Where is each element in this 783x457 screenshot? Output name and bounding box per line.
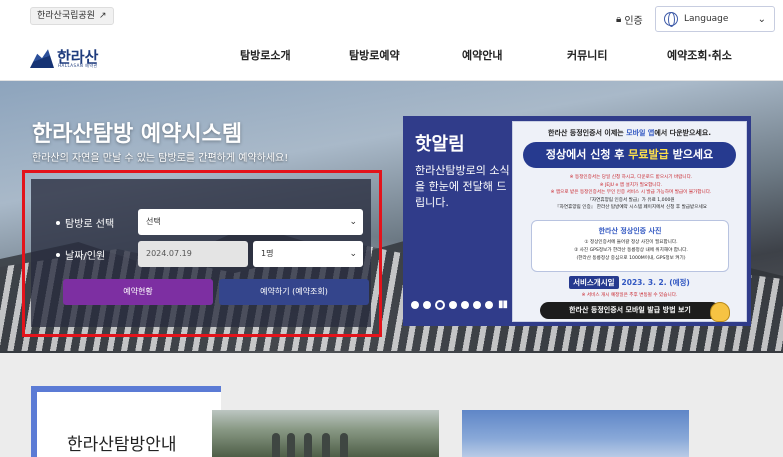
slide-dot[interactable] [485,301,493,309]
poster-photo-box: 한라산 정상인증 사진 ① 정상인증서에 들어갈 정상 사진이 필요합니다. ②… [531,220,729,272]
booking-panel: 탐방로 선택 선택 ⌄ 날짜/인원 2024.07.19 1명 ⌄ 예약현황 예… [22,170,382,337]
auth-link[interactable]: 🔒︎ 인증 [616,12,643,27]
poster-banner-post: 받으세요 [668,148,714,161]
date-people-label: 날짜/인원 [56,247,105,262]
notice-poster[interactable]: 한라산 등정인증서 이제는 모바일 앱에서 다운받으세요. 정상에서 신청 후 … [512,121,747,322]
language-select[interactable]: Language ⌄ [655,6,775,32]
poster-banner: 정상에서 신청 후 무료발급 받으세요 [523,142,736,168]
trail-select-label-text: 탐방로 선택 [65,219,115,230]
bullet-icon [56,220,60,225]
hero-title: 한라산탐방 예약시스템 [32,122,243,147]
poster-box-line: ② 사진 GPS정보가 한라산 동릉정상 내에 위치해야 합니다. [574,248,688,253]
slide-indicators [411,300,493,310]
hiker-figure [340,433,348,457]
pointer-hand-icon [710,302,730,322]
poster-headline: 한라산 등정인증서 이제는 모바일 앱에서 다운받으세요. [513,128,746,138]
hiker-figure [287,433,295,457]
notice-title: 핫알림 [415,134,465,155]
hiker-figure [304,433,312,457]
nav-item-trail-reservation[interactable]: 탐방로예약 [349,47,400,63]
poster-note: 『자연휴양림 인증』 한라산 탐방예약 시스템 페이지에서 신청 후 발급받으세… [555,205,707,210]
header: 한라산국립공원 ↗ 🔒︎ 인증 Language ⌄ 한라산 HALLASAN … [0,0,783,80]
date-value: 2024.07.19 [146,249,192,258]
sky-photo[interactable] [462,410,689,457]
trail-select[interactable]: 선택 ⌄ [138,209,363,235]
date-people-label-text: 날짜/인원 [65,251,106,262]
poster-service-date-value: 2023. 3. 2. (예정) [621,278,690,287]
external-link-icon: ↗ [98,11,107,21]
bullet-icon [56,252,60,257]
language-label: Language [684,14,729,24]
globe-icon [664,12,678,27]
chevron-down-icon: ⌄ [349,249,357,259]
slide-dot[interactable] [411,301,419,309]
poster-note: ※ 앱으로 받은 등정인증서는 무인 인증 서비스 시 발급 가능하며 발급이 … [550,190,712,195]
poster-warning: ※ 서비스 개시 예정일은 추후 변동될 수 있습니다. [581,293,678,298]
slide-dot[interactable] [473,301,481,309]
poster-note: ※ JEJU e 앱 설치가 필요합니다. [599,182,663,188]
slide-dot[interactable] [423,301,431,309]
nav-item-community[interactable]: 커뮤니티 [567,47,607,63]
trail-select-label: 탐방로 선택 [56,215,114,230]
nav-item-reservation-guide[interactable]: 예약안내 [462,47,502,63]
poster-banner-pre: 정상에서 신청 후 [545,148,629,161]
hiker-figure [322,433,330,457]
chevron-down-icon: ⌄ [757,13,766,25]
chevron-down-icon: ⌄ [349,217,357,227]
trail-guide-title: 한라산탐방안내 [67,435,177,455]
poster-note: 『자연휴양림 인증서 발급』가 유료 1,000원 [587,197,675,203]
people-select[interactable]: 1명 ⌄ [253,241,363,267]
reserve-button[interactable]: 예약하기 (예약조회) [219,279,369,305]
poster-service-date: 서비스개시일 2023. 3. 2. (예정) [513,276,746,289]
logo-subtext: HALLASAN 예약관 [58,63,98,68]
people-value: 1명 [261,249,274,258]
nav-item-lookup-cancel[interactable]: 예약조회·취소 [667,47,732,63]
date-field[interactable]: 2024.07.19 [138,241,248,267]
park-site-link[interactable]: 한라산국립공원 ↗ [30,7,114,25]
hero-subtitle: 한라산의 자연을 만날 수 있는 탐방로를 간편하게 예약하세요! [32,153,289,164]
auth-label: 인증 [624,16,643,27]
hikers-photo[interactable] [212,410,439,457]
nav-item-trail-intro[interactable]: 탐방로소개 [240,47,291,63]
poster-headline-post: 에서 다운받으세요. [654,129,711,137]
poster-box-line: (한라산 동릉정상 중심으로 1000M이내, GPS정보 켜기) [576,256,686,261]
hiker-figure [272,433,280,457]
poster-notes: ※ 등정인증서는 당일 신청 하시고, 다운로드 받으시기 바랍니다. ※ JE… [527,174,735,212]
slide-dot[interactable] [435,300,445,310]
poster-box-line: ① 정상인증서에 들어갈 정상 사진이 필요합니다. [584,240,678,245]
poster-banner-em: 무료발급 [628,148,669,161]
poster-guide-button[interactable]: 한라산 등정인증서 모바일 발급 방법 보기 [540,302,720,319]
pause-icon[interactable]: ▮▮ [498,299,508,310]
trail-select-value: 선택 [146,217,161,226]
lock-icon: 🔒︎ [616,14,622,25]
booking-form: 탐방로 선택 선택 ⌄ 날짜/인원 2024.07.19 1명 ⌄ 예약현황 예… [31,179,371,327]
slide-dot[interactable] [449,301,457,309]
poster-box-title: 한라산 정상인증 사진 [598,227,662,235]
hot-notice-panel: 핫알림 한라산탐방로의 소식을 한눈에 전달해 드립니다. ▮▮ 한라산 등정인… [403,116,751,326]
reservation-status-button[interactable]: 예약현황 [63,279,213,305]
poster-headline-em: 모바일 앱 [626,129,655,137]
trail-guide-card[interactable]: 한라산탐방안내 [31,386,221,457]
notice-description: 한라산탐방로의 소식을 한눈에 전달해 드립니다. [415,164,510,209]
slide-dot[interactable] [461,301,469,309]
main-nav: 탐방로소개 탐방로예약 예약안내 커뮤니티 예약조회·취소 [0,47,783,63]
poster-headline-pre: 한라산 등정인증서 이제는 [548,129,627,137]
poster-box-lines: ① 정상인증서에 들어갈 정상 사진이 필요합니다. ② 사진 GPS정보가 한… [538,239,724,263]
poster-service-tag: 서비스개시일 [569,276,619,289]
park-link-label: 한라산국립공원 [37,11,95,21]
poster-note: ※ 등정인증서는 당일 신청 하시고, 다운로드 받으시기 바랍니다. [569,175,693,180]
